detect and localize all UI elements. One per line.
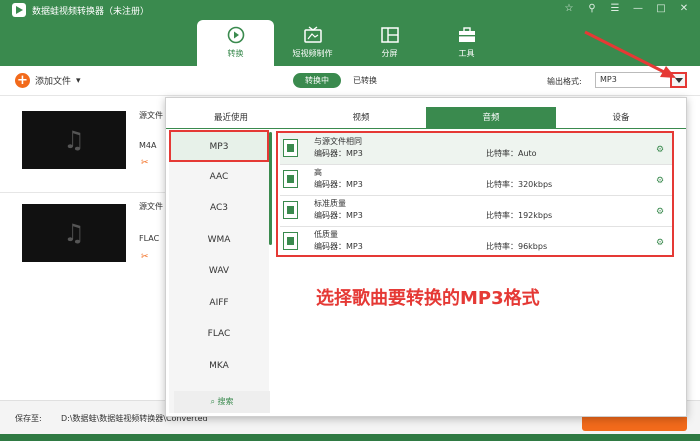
file-format: FLAC: [139, 234, 160, 243]
search-icon: ⌕: [210, 397, 218, 406]
gear-icon[interactable]: ⚙: [656, 238, 664, 248]
add-file-label: 添加文件: [35, 77, 72, 87]
tab-recent[interactable]: 最近使用: [166, 107, 296, 128]
quality-encoder: 编码器：MP3: [314, 180, 363, 189]
format-item-mp3[interactable]: MP3: [169, 130, 269, 162]
title-bar: 数据蛙视频转换器（未注册） ☆ ⚲ ☰ — □ ✕ 转换 短视频制作 分屏 工具: [0, 0, 700, 66]
format-list-scrollbar[interactable]: [269, 132, 272, 245]
toolbar: + 添加文件 ▾ 转换中 已转换 输出格式: MP3: [0, 66, 700, 96]
quality-bitrate: 比特率：96kbps: [486, 242, 548, 251]
gear-icon[interactable]: ⚙: [656, 176, 664, 186]
maximize-icon[interactable]: □: [655, 3, 667, 14]
tab-short-video[interactable]: 短视频制作: [274, 20, 351, 66]
app-title: 数据蛙视频转换器（未注册）: [32, 7, 150, 17]
search-icon[interactable]: ⚲: [586, 3, 598, 14]
file-format: M4A: [139, 141, 157, 150]
quality-item[interactable]: 与源文件相同 编码器：MP3 比特率：Auto ⚙: [280, 133, 672, 164]
plus-icon: +: [15, 73, 30, 88]
format-search-button[interactable]: ⌕ 搜索: [174, 391, 270, 413]
quality-name: 高: [314, 168, 322, 177]
tab-convert[interactable]: 转换: [197, 20, 274, 66]
music-thumbnail-icon: ♫: [22, 111, 126, 169]
tab-tools-label: 工具: [458, 49, 475, 58]
tab-short-video-label: 短视频制作: [292, 49, 333, 58]
output-format-dropdown-button[interactable]: [670, 72, 687, 88]
close-icon[interactable]: ✕: [678, 3, 690, 14]
menu-icon[interactable]: ☰: [609, 3, 621, 14]
quality-encoder: 编码器：MP3: [314, 211, 363, 220]
tab-converting[interactable]: 转换中: [293, 73, 341, 88]
tab-split-screen[interactable]: 分屏: [351, 20, 428, 66]
audio-file-icon: [283, 201, 298, 219]
tv-icon: [303, 26, 322, 43]
quality-item[interactable]: 高 编码器：MP3 比特率：320kbps ⚙: [280, 164, 672, 195]
audio-file-icon: [283, 232, 298, 250]
format-item-aac[interactable]: AAC: [169, 162, 269, 194]
tab-tools[interactable]: 工具: [428, 20, 505, 66]
source-file-label: 源文件: [139, 202, 163, 211]
toolbox-icon: [458, 27, 475, 42]
music-thumbnail-icon: ♫: [22, 204, 126, 262]
format-item-wma[interactable]: WMA: [169, 225, 269, 257]
quality-bitrate: 比特率：Auto: [486, 149, 537, 158]
format-item-mka[interactable]: MKA: [169, 351, 269, 383]
format-list: MP3 AAC AC3 WMA WAV AIFF FLAC MKA ⌕ 搜索: [169, 130, 270, 413]
format-dropdown-panel: 最近使用 视频 音频 设备 MP3 AAC AC3 WMA WAV AIFF F…: [165, 97, 687, 417]
quality-encoder: 编码器：MP3: [314, 149, 363, 158]
output-format-label: 输出格式:: [547, 77, 582, 86]
convert-icon: [227, 26, 244, 44]
format-item-aiff[interactable]: AIFF: [169, 288, 269, 320]
gear-icon[interactable]: ⚙: [656, 145, 664, 155]
tab-video[interactable]: 视频: [296, 107, 426, 128]
list-item[interactable]: ♫ 源文件 M4A ✂: [0, 100, 165, 195]
annotation-text: 选择歌曲要转换的MP3格式: [316, 288, 540, 309]
chevron-down-icon: ▾: [76, 75, 81, 86]
minimize-icon[interactable]: —: [632, 3, 644, 14]
format-item-flac[interactable]: FLAC: [169, 319, 269, 351]
format-search-label: 搜索: [217, 397, 234, 406]
gear-icon[interactable]: ⚙: [656, 207, 664, 217]
quality-name: 低质量: [314, 230, 338, 239]
audio-file-icon: [283, 139, 298, 157]
quality-list: 与源文件相同 编码器：MP3 比特率：Auto ⚙ 高 编码器：MP3 比特率：…: [276, 131, 674, 257]
main-nav: 转换 短视频制作 分屏 工具: [197, 20, 505, 66]
favorite-icon[interactable]: ☆: [563, 3, 575, 14]
quality-bitrate: 比特率：192kbps: [486, 211, 553, 220]
window-border: [0, 434, 700, 441]
list-item[interactable]: ♫ 源文件 FLAC ✂: [0, 193, 165, 288]
tab-audio[interactable]: 音频: [426, 107, 556, 128]
format-item-ac3[interactable]: AC3: [169, 193, 269, 225]
source-file-label: 源文件: [139, 111, 163, 120]
conversion-tabs: 转换中 已转换: [293, 73, 389, 88]
window-controls: ☆ ⚲ ☰ — □ ✕: [563, 3, 690, 14]
app-logo-icon: [12, 3, 26, 17]
format-item-wav[interactable]: WAV: [169, 256, 269, 288]
quality-bitrate: 比特率：320kbps: [486, 180, 553, 189]
add-file-button[interactable]: + 添加文件 ▾: [15, 73, 81, 88]
tab-converted[interactable]: 已转换: [341, 73, 389, 88]
tab-device[interactable]: 设备: [556, 107, 686, 128]
tab-split-screen-label: 分屏: [381, 49, 398, 58]
save-to-label: 保存至:: [15, 414, 42, 423]
format-category-tabs: 最近使用 视频 音频 设备: [166, 107, 686, 129]
quality-item[interactable]: 低质量 编码器：MP3 比特率：96kbps ⚙: [280, 226, 672, 257]
quality-encoder: 编码器：MP3: [314, 242, 363, 251]
edit-icon[interactable]: ✂: [141, 158, 149, 168]
split-screen-icon: [380, 27, 399, 43]
tab-convert-label: 转换: [227, 49, 244, 58]
audio-file-icon: [283, 170, 298, 188]
quality-name: 与源文件相同: [314, 137, 362, 146]
edit-icon[interactable]: ✂: [141, 252, 149, 262]
quality-item[interactable]: 标准质量 编码器：MP3 比特率：192kbps ⚙: [280, 195, 672, 226]
quality-name: 标准质量: [314, 199, 346, 208]
